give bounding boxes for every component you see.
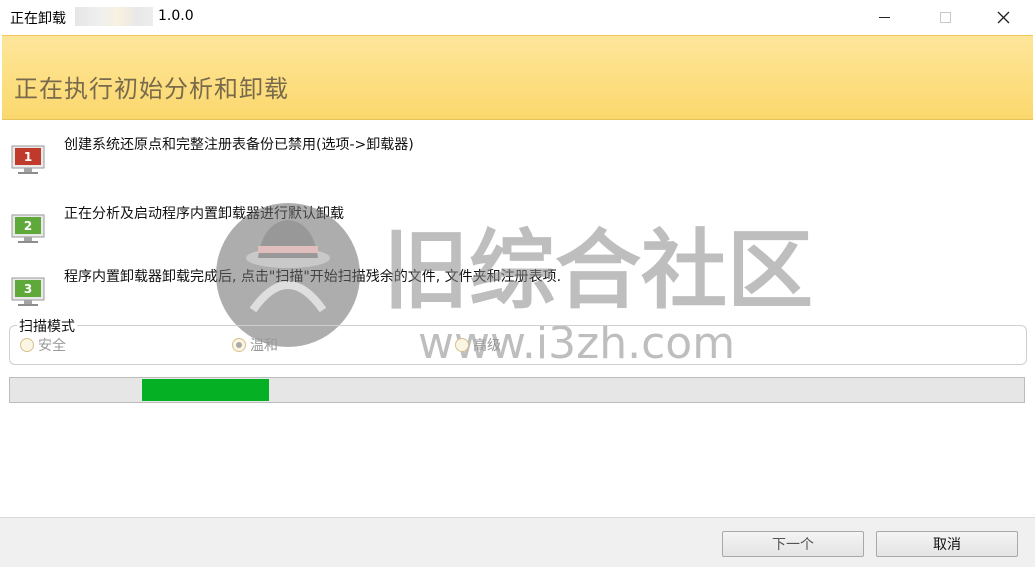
monitor-step-2-icon: 2 (11, 214, 45, 243)
scan-mode-moderate-label: 温和 (250, 338, 278, 354)
header-banner: 正在执行初始分析和卸载 (2, 35, 1033, 120)
step-3-number: 3 (24, 282, 32, 296)
step-2-number: 2 (24, 219, 32, 233)
radio-unchecked-icon (20, 338, 34, 352)
progress-bar (9, 377, 1025, 403)
next-button[interactable]: 下一个 (722, 531, 864, 557)
close-icon (997, 11, 1009, 23)
scan-mode-advanced-label: 高级 (473, 338, 501, 354)
step-3-text: 程序内置卸载器卸载完成后, 点击"扫描"开始扫描残余的文件, 文件夹和注册表项. (64, 269, 562, 285)
radio-unchecked-icon (455, 338, 469, 352)
step-2-text: 正在分析及启动程序内置卸载器进行默认卸载 (64, 206, 344, 222)
maximize-icon (939, 11, 951, 23)
scan-mode-safe-label: 安全 (38, 338, 66, 354)
monitor-step-1-icon: 1 (11, 145, 45, 174)
window-version: 1.0.0 (158, 8, 194, 24)
scan-mode-label: 扫描模式 (17, 316, 77, 336)
scan-mode-safe-radio[interactable]: 安全 (20, 335, 66, 355)
close-button[interactable] (980, 0, 1026, 34)
window-title: 正在卸载 (10, 11, 66, 27)
cancel-button[interactable]: 取消 (876, 531, 1018, 557)
maximize-button[interactable] (922, 0, 968, 34)
minimize-button[interactable] (861, 0, 907, 34)
page-title: 正在执行初始分析和卸载 (14, 75, 289, 103)
progress-fill (142, 379, 269, 401)
step-1-number: 1 (24, 150, 32, 164)
scan-mode-advanced-radio[interactable]: 高级 (455, 335, 501, 355)
step-2: 2 正在分析及启动程序内置卸载器进行默认卸载 (0, 203, 1035, 243)
monitor-step-3-icon: 3 (11, 277, 45, 306)
title-bar: 正在卸载 1.0.0 (0, 0, 1035, 34)
step-1: 1 创建系统还原点和完整注册表备份已禁用(选项->卸载器) (0, 134, 1035, 174)
scan-mode-group (9, 325, 1027, 365)
scan-mode-moderate-radio[interactable]: 温和 (232, 335, 278, 355)
step-3: 3 程序内置卸载器卸载完成后, 点击"扫描"开始扫描残余的文件, 文件夹和注册表… (0, 266, 1035, 306)
radio-checked-icon (232, 338, 246, 352)
redacted-app-name (75, 7, 153, 26)
minimize-icon (878, 16, 890, 18)
step-1-text: 创建系统还原点和完整注册表备份已禁用(选项->卸载器) (64, 137, 414, 153)
